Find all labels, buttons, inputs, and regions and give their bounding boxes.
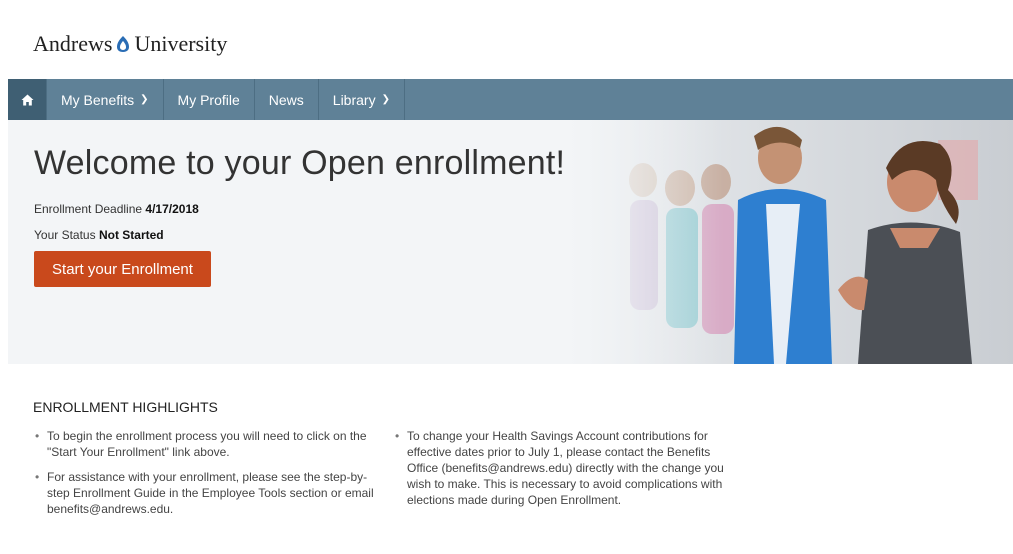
hero-image bbox=[568, 120, 1013, 364]
enrollment-status: Your Status Not Started bbox=[34, 228, 164, 242]
home-icon bbox=[21, 94, 33, 105]
list-item: For assistance with your enrollment, ple… bbox=[33, 469, 378, 517]
nav-item-label: My Benefits bbox=[61, 91, 135, 108]
nav-item-library[interactable]: Library ❯ bbox=[319, 79, 405, 120]
status-value: Not Started bbox=[98, 228, 164, 242]
brand-name-left: Andrews bbox=[33, 31, 113, 56]
main-nav: My Benefits ❯ My Profile News Library ❯ bbox=[8, 79, 1013, 120]
nav-item-my-benefits[interactable]: My Benefits ❯ bbox=[47, 79, 164, 120]
chevron-down-icon: ❯ bbox=[140, 94, 149, 105]
start-enrollment-button[interactable]: Start your Enrollment bbox=[34, 251, 211, 287]
highlights-list-right: To change your Health Savings Account co… bbox=[393, 428, 743, 517]
deadline-value: 4/17/2018 bbox=[145, 202, 199, 216]
highlights-list-left: To begin the enrollment process you will… bbox=[33, 428, 378, 526]
enrollment-deadline: Enrollment Deadline 4/17/2018 bbox=[34, 202, 199, 216]
flame-icon bbox=[117, 36, 130, 52]
brand-name-right: University bbox=[134, 31, 228, 56]
nav-item-label: Library bbox=[332, 91, 376, 108]
highlights-title: ENROLLMENT HIGHLIGHTS bbox=[33, 399, 218, 415]
chevron-down-icon: ❯ bbox=[381, 94, 390, 105]
nav-item-label: My Profile bbox=[177, 91, 240, 108]
brand-logo[interactable]: Andrews University bbox=[33, 28, 227, 60]
list-item: To change your Health Savings Account co… bbox=[393, 428, 743, 508]
page-title: Welcome to your Open enrollment! bbox=[34, 144, 566, 182]
deadline-label: Enrollment Deadline bbox=[34, 202, 143, 216]
nav-item-news[interactable]: News bbox=[255, 79, 319, 120]
nav-item-label: News bbox=[268, 91, 304, 108]
home-button[interactable] bbox=[8, 79, 47, 120]
list-item: To begin the enrollment process you will… bbox=[33, 428, 378, 460]
nav-item-my-profile[interactable]: My Profile bbox=[164, 79, 255, 120]
status-label: Your Status bbox=[34, 228, 96, 242]
hero-banner: Welcome to your Open enrollment! Enrollm… bbox=[8, 120, 1013, 364]
